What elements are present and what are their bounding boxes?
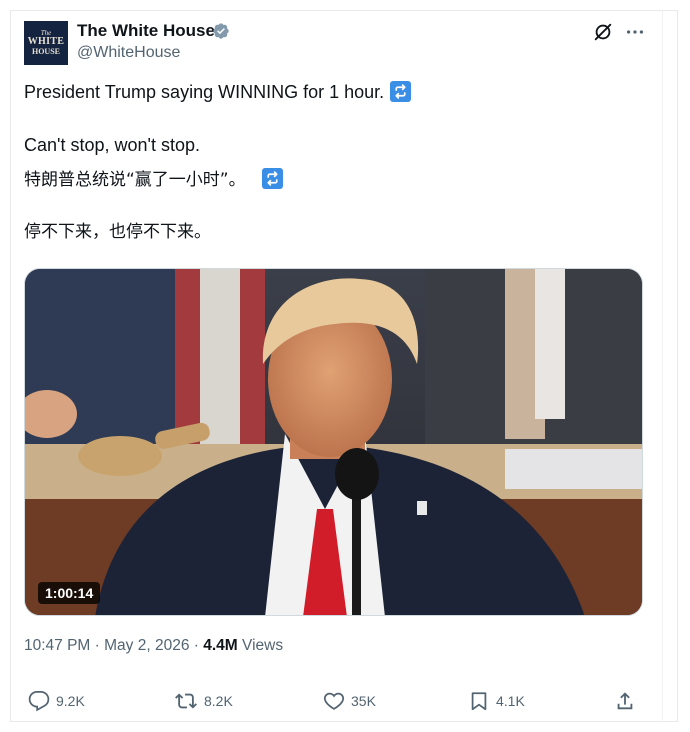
repeat-emoji-icon	[261, 168, 283, 189]
repost-count: 8.2K	[204, 693, 233, 709]
post-text-line-1-content: President Trump saying WINNING for 1 hou…	[24, 82, 385, 102]
post-text-line-4: 停不下来，也停不下来。	[24, 222, 211, 242]
reply-button[interactable]: 9.2K	[28, 688, 85, 714]
post-text-line-1: President Trump saying WINNING for 1 hou…	[24, 80, 412, 104]
views-count: 4.4M	[203, 637, 238, 654]
post-text-line-3-content: 特朗普总统说“赢了一小时”。	[24, 170, 246, 190]
repeat-emoji-icon	[390, 81, 412, 102]
post-date[interactable]: May 2, 2026	[104, 637, 189, 654]
video-thumbnail	[25, 269, 642, 615]
meta-separator: ·	[90, 637, 105, 654]
more-icon[interactable]	[624, 21, 646, 43]
repost-icon	[175, 693, 197, 709]
bookmark-button[interactable]: 4.1K	[468, 688, 525, 714]
video-player[interactable]: 1:00:14	[24, 268, 643, 616]
like-icon	[323, 692, 345, 710]
verified-badge-icon	[213, 23, 229, 39]
account-name[interactable]: The White House	[77, 21, 215, 41]
like-button[interactable]: 35K	[323, 688, 376, 714]
account-handle[interactable]: @WhiteHouse	[77, 43, 180, 63]
share-icon	[617, 692, 633, 710]
like-count: 35K	[351, 693, 376, 709]
views-label: Views	[237, 637, 284, 654]
bookmark-icon	[471, 692, 487, 711]
avatar[interactable]: The WHITE HOUSE	[24, 21, 68, 65]
reply-icon	[28, 690, 50, 712]
bookmark-count: 4.1K	[496, 693, 525, 709]
post-text-line-3: 特朗普总统说“赢了一小时”。	[24, 168, 283, 192]
divider	[662, 10, 663, 722]
post-text-line-2: Can't stop, won't stop.	[24, 135, 200, 155]
meta-separator: ·	[189, 637, 204, 654]
share-button[interactable]	[614, 688, 642, 714]
avatar-text-2: WHITE	[27, 36, 65, 47]
grok-icon[interactable]	[592, 21, 614, 43]
repost-button[interactable]: 8.2K	[174, 688, 233, 714]
avatar-text-3: HOUSE	[31, 47, 60, 56]
post-meta: 10:47 PM · May 2, 2026 · 4.4M Views	[24, 636, 283, 656]
reply-count: 9.2K	[56, 693, 85, 709]
post-time[interactable]: 10:47 PM	[24, 637, 90, 654]
video-duration: 1:00:14	[38, 582, 101, 604]
